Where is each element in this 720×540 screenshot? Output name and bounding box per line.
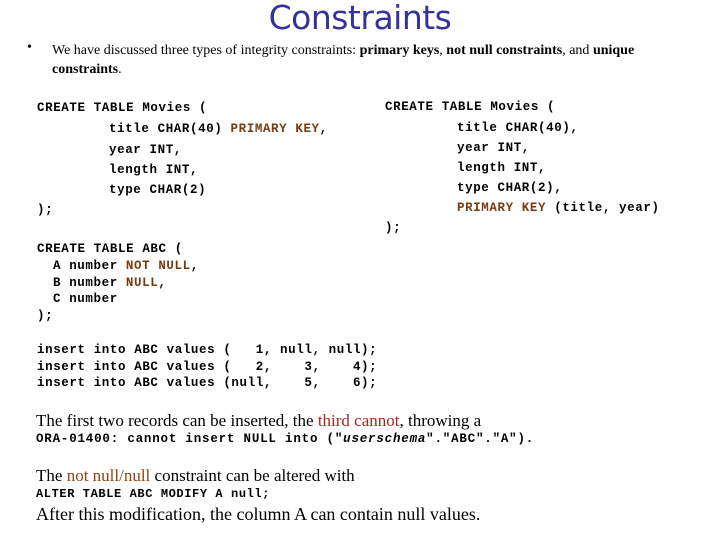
error-text: ORA-01400: cannot insert NULL into (" [36,432,344,446]
code-line: title CHAR(40) PRIMARY KEY, [109,122,328,136]
error-text: "."ABC"."A"). [426,432,535,446]
code-line: title CHAR(40), [457,121,579,135]
code-line: B number NULL, [53,276,166,290]
insert-line: insert into ABC values ( 2, 3, 4); [37,360,378,374]
alter-plain: The [36,466,67,485]
code-line: ); [37,203,54,217]
error-schema: userschema [343,432,427,446]
error-message: ORA-01400: cannot insert NULL into ("use… [36,432,534,446]
insert-line: insert into ABC values ( 1, null, null); [37,343,378,357]
result-plain: , throwing a [399,411,482,430]
code-keyword: NOT NULL [125,259,191,273]
intro-text: We have discussed three types of integri… [52,41,692,79]
result-plain: The first two records can be inserted, t… [36,411,318,430]
code-text: A number [53,259,126,273]
result-highlight: third cannot [317,411,400,430]
result-text: The first two records can be inserted, t… [36,411,481,431]
code-line: ); [385,221,402,235]
intro-not-null: not null constraints [446,43,563,58]
bullet-icon: • [27,40,32,55]
code-keyword: NULL [125,276,159,290]
alter-text: The not null/null constraint can be alte… [36,466,355,486]
code-line: A number NOT NULL, [53,259,199,273]
intro-plain: We have discussed three types of integri… [52,43,360,58]
intro-end: . [118,62,122,77]
code-line: C number [53,292,118,306]
alter-highlight: not null/null [66,466,151,485]
code-text: , [319,122,328,136]
code-keyword: PRIMARY KEY [230,122,320,136]
code-line: PRIMARY KEY (title, year) [457,201,660,215]
alter-statement: ALTER TABLE ABC MODIFY A null; [36,487,271,501]
intro-sep: , and [562,43,593,58]
code-line: CREATE TABLE Movies ( [37,101,208,115]
code-line: type CHAR(2) [109,183,207,197]
code-text: , [158,276,167,290]
code-text: (title, year) [546,201,660,215]
code-text: title CHAR(40) [109,122,231,136]
alter-plain: constraint can be altered with [150,466,355,485]
code-keyword: PRIMARY KEY [457,201,547,215]
intro-primary-keys: primary keys [359,43,440,58]
code-line: year INT, [457,141,530,155]
code-line: ); [37,309,54,323]
code-line: CREATE TABLE ABC ( [37,242,183,256]
code-line: CREATE TABLE Movies ( [385,100,556,114]
code-line: length INT, [457,161,547,175]
code-line: length INT, [109,163,199,177]
insert-line: insert into ABC values (null, 5, 6); [37,376,378,390]
code-text: , [190,259,199,273]
slide-title: Constraints [268,0,452,37]
code-text: B number [53,276,126,290]
after-text: After this modification, the column A ca… [36,504,481,524]
code-line: type CHAR(2), [457,181,563,195]
code-line: year INT, [109,143,182,157]
